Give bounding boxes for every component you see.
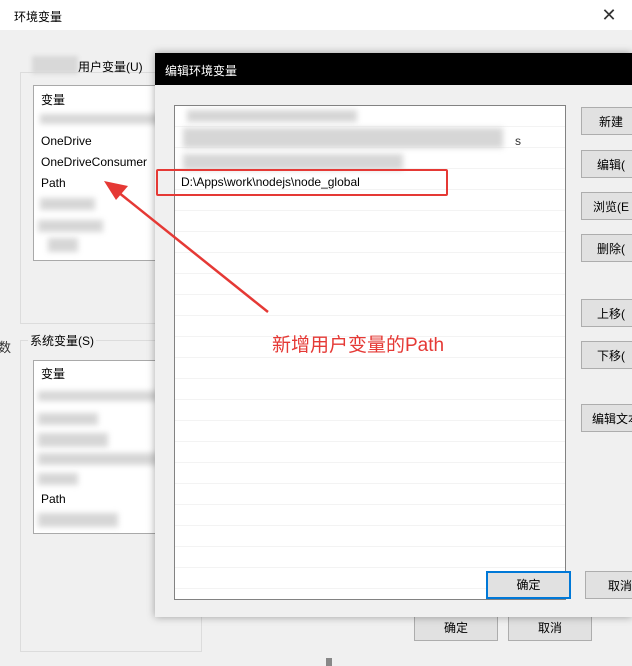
taskbar-fragment bbox=[326, 658, 332, 666]
blurred-entry bbox=[38, 473, 78, 485]
list-row[interactable] bbox=[175, 295, 565, 316]
list-row[interactable] bbox=[175, 274, 565, 295]
ok-button[interactable]: 确定 bbox=[486, 571, 571, 599]
list-row[interactable] bbox=[175, 358, 565, 379]
blurred-entry bbox=[183, 154, 403, 170]
edit-text-button[interactable]: 编辑文本 bbox=[581, 404, 632, 432]
blurred-entry bbox=[183, 128, 503, 148]
cancel-button[interactable]: 取消 bbox=[585, 571, 632, 599]
delete-button[interactable]: 删除( bbox=[581, 234, 632, 262]
list-item-onedrive[interactable]: OneDrive bbox=[41, 134, 92, 148]
partial-entry-text: s bbox=[515, 134, 521, 148]
ok-button[interactable]: 确定 bbox=[414, 613, 498, 641]
move-down-button[interactable]: 下移( bbox=[581, 341, 632, 369]
blurred-entry bbox=[187, 110, 357, 122]
list-row[interactable] bbox=[175, 547, 565, 568]
move-up-button[interactable]: 上移( bbox=[581, 299, 632, 327]
list-item-path[interactable]: Path bbox=[41, 492, 66, 506]
list-header: 变量 bbox=[41, 367, 66, 381]
blurred-entry bbox=[38, 413, 98, 425]
list-row[interactable] bbox=[175, 526, 565, 547]
new-button[interactable]: 新建 bbox=[581, 107, 632, 135]
blurred-entry bbox=[48, 238, 78, 252]
edit-button[interactable]: 编辑( bbox=[581, 150, 632, 178]
dialog-title: 编辑环境变量 bbox=[165, 64, 238, 78]
blurred-entry bbox=[40, 198, 95, 210]
list-row[interactable] bbox=[175, 484, 565, 505]
list-row[interactable] bbox=[175, 253, 565, 274]
cancel-button[interactable]: 取消 bbox=[508, 613, 592, 641]
close-icon[interactable]: ✕ bbox=[598, 4, 620, 26]
blurred-entry bbox=[38, 433, 108, 447]
list-row[interactable] bbox=[175, 505, 565, 526]
list-header: 变量 bbox=[41, 93, 66, 107]
blurred-entry bbox=[38, 220, 103, 232]
blurred-entry bbox=[38, 453, 158, 465]
edge-text-2: 数 bbox=[0, 340, 12, 355]
list-row[interactable] bbox=[175, 379, 565, 400]
annotation-label: 新增用户变量的Path bbox=[272, 335, 445, 356]
list-row[interactable] bbox=[175, 421, 565, 442]
list-item-path[interactable]: Path bbox=[41, 176, 66, 190]
user-variables-label: 用户变量(U) bbox=[78, 60, 143, 74]
list-row[interactable] bbox=[175, 232, 565, 253]
dialog-title: 环境变量 bbox=[14, 10, 63, 24]
list-row[interactable] bbox=[175, 400, 565, 421]
blurred-entry bbox=[38, 391, 158, 401]
blurred-username bbox=[32, 56, 78, 74]
list-item-onedriveconsumer[interactable]: OneDriveConsumer bbox=[41, 155, 147, 169]
list-row[interactable] bbox=[175, 463, 565, 484]
blurred-entry bbox=[38, 513, 118, 527]
title-bar bbox=[0, 0, 632, 30]
system-variables-label: 系统变量(S) bbox=[28, 332, 96, 349]
list-row[interactable] bbox=[175, 442, 565, 463]
browse-button[interactable]: 浏览(E bbox=[581, 192, 632, 220]
list-row[interactable] bbox=[175, 211, 565, 232]
path-entry-node-global[interactable]: D:\Apps\work\nodejs\node_global bbox=[181, 175, 360, 189]
